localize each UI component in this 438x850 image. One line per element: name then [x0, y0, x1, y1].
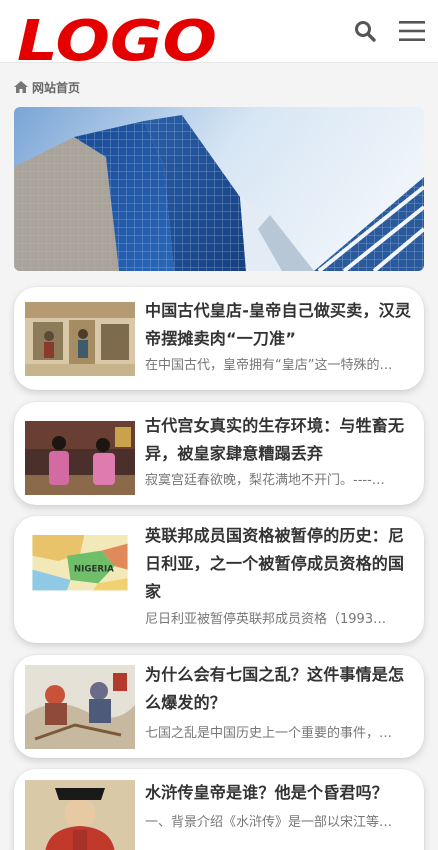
- site-logo[interactable]: LOGO: [14, 12, 220, 64]
- article-card[interactable]: 古代宫女真实的生存环境：与牲畜无异，被皇家肆意糟蹋丢弃 寂寞宫廷春欲晚，梨花满地…: [14, 402, 424, 505]
- nigeria-map-thumbnail: NIGERIA: [32, 535, 128, 591]
- article-card[interactable]: NIGERIA 英联邦成员国资格被暂停的历史：尼日利亚，之一个被暂停成员资格的国…: [14, 516, 424, 643]
- svg-text:NIGERIA: NIGERIA: [74, 564, 114, 574]
- article-card[interactable]: 中国古代皇店-皇帝自己做买卖，汉灵帝摆摊卖肉“一刀准” 在中国古代，皇帝拥有“皇…: [14, 287, 424, 390]
- article-title[interactable]: 古代宫女真实的生存环境：与牲畜无异，被皇家肆意糟蹋丢弃: [145, 412, 412, 468]
- breadcrumb-home-link[interactable]: 网站首页: [32, 79, 80, 96]
- menu-icon[interactable]: [399, 20, 425, 42]
- article-card[interactable]: 为什么会有七国之乱？这件事情是怎么爆发的？ 七国之乱是中国历史上一个重要的事件，…: [14, 655, 424, 758]
- article-summary: 七国之乱是中国历史上一个重要的事件，…: [145, 726, 393, 741]
- article-title[interactable]: 水浒传皇帝是谁？他是个昏君吗？: [145, 779, 412, 807]
- article-summary: 尼日利亚被暂停英联邦成员资格（1993…: [145, 612, 387, 627]
- logo-text: LOGO: [17, 12, 217, 64]
- palace-maids-thumbnail: [25, 421, 135, 495]
- ancient-painting-thumbnail: [25, 302, 135, 376]
- home-icon: [14, 81, 28, 93]
- article-title[interactable]: 为什么会有七国之乱？这件事情是怎么爆发的？: [145, 661, 412, 717]
- emperor-portrait-thumbnail: [25, 780, 135, 850]
- breadcrumb: 网站首页: [14, 78, 80, 96]
- article-title[interactable]: 中国古代皇店-皇帝自己做买卖，汉灵帝摆摊卖肉“一刀准”: [145, 297, 412, 353]
- article-card[interactable]: 水浒传皇帝是谁？他是个昏君吗？ 一、背景介绍《水浒传》是一部以宋江等…: [14, 769, 424, 850]
- article-summary: 一、背景介绍《水浒传》是一部以宋江等…: [145, 815, 393, 830]
- article-title[interactable]: 英联邦成员国资格被暂停的历史：尼日利亚，之一个被暂停成员资格的国家: [145, 522, 412, 606]
- article-summary: 在中国古代，皇帝拥有“皇店”这一特殊的…: [145, 358, 393, 373]
- article-summary: 寂寞宫廷春欲晚，梨花满地不开门。----…: [145, 473, 385, 488]
- search-icon[interactable]: [354, 20, 376, 42]
- battle-painting-thumbnail: [25, 665, 135, 749]
- banner-image[interactable]: [14, 107, 424, 271]
- site-header: LOGO: [0, 0, 438, 64]
